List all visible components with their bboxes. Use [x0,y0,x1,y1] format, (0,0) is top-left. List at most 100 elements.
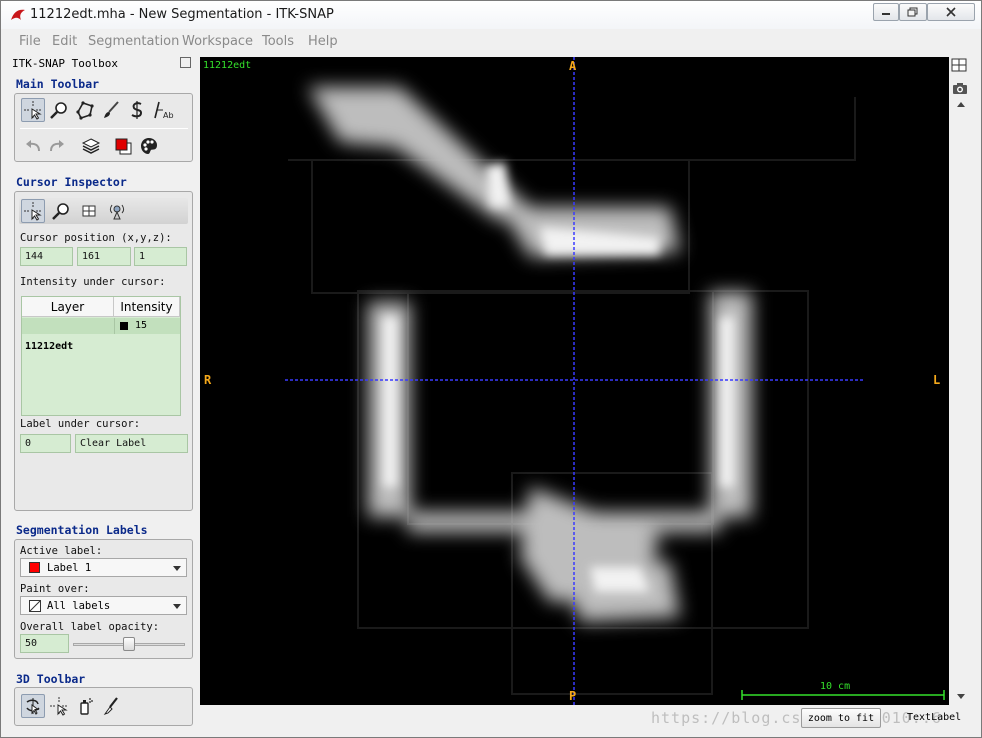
slider-handle[interactable] [123,637,135,651]
menu-tools[interactable]: Tools [262,34,294,49]
table-header-layer[interactable]: Layer [22,297,114,317]
toolbox-panel: ITK-SNAP Toolbox Main Toolbar Ab Cursor … [10,53,196,729]
rotate-3d-button[interactable] [21,694,45,718]
menu-edit[interactable]: Edit [52,34,77,49]
synchronize-tab-icon [110,204,124,220]
grid-tab-icon [82,205,96,217]
toolbox-title: ITK-SNAP Toolbox [12,57,118,70]
intensity-swatch [120,322,128,330]
table-cell-layer: 11212edt [25,341,74,352]
crosshair-tool-icon [24,101,42,120]
table-cell-intensity: 15 [135,320,148,331]
rotate-3d-icon [26,698,40,715]
cursor-x-field[interactable]: 144 [20,247,73,266]
text-label: TextLabel [907,712,962,723]
label-id-field[interactable]: 0 [20,434,71,453]
slice-viewer[interactable]: 11212edt A P R L 10 cm [200,57,949,705]
toolbar-3d-title: 3D Toolbar [16,672,86,686]
cursor-y-field[interactable]: 161 [77,247,131,266]
label-name-field[interactable]: Clear Label [75,434,188,453]
snake-tool-button[interactable] [125,98,149,122]
opacity-slider[interactable] [73,637,185,651]
menu-bar: File Edit Segmentation Workspace Tools H… [1,30,981,52]
active-label-caption: Active label: [20,545,103,557]
polygon-tool-button[interactable] [73,98,97,122]
crosshair-3d-button[interactable] [47,694,71,718]
scroll-up-icon[interactable] [957,102,965,107]
zoom-tab[interactable] [49,199,73,223]
menu-segmentation[interactable]: Segmentation [88,34,179,49]
layers-icon [81,138,101,154]
scroll-down-icon[interactable] [957,694,965,699]
menu-workspace[interactable]: Workspace [182,34,253,49]
annotation-tool-icon: Ab [154,101,174,120]
orientation-bottom-label: P [569,689,577,703]
undock-icon[interactable] [180,57,191,68]
cursor-z-field[interactable]: 1 [134,247,187,266]
undo-button[interactable] [21,134,45,158]
synchronize-tab[interactable] [105,199,129,223]
zoom-tool-icon [50,102,67,119]
annotation-tool-button[interactable]: Ab [151,98,175,122]
crosshair-tab-icon [24,202,42,221]
layer-name-overlay: 11212edt [203,60,252,71]
window-title: 11212edt.mha - New Segmentation - ITK-SN… [30,7,334,22]
cursor-inspector-title: Cursor Inspector [16,175,127,189]
chevron-down-icon [173,604,181,609]
paint-over-value: All labels [47,600,111,612]
active-label-swatch [29,562,40,573]
palette-button[interactable] [137,134,161,158]
zoom-tool-button[interactable] [47,98,71,122]
maximize-icon [907,7,918,17]
zoom-to-fit-button[interactable]: zoom to fit [801,708,881,728]
active-label-value: Label 1 [47,562,92,574]
vertical-scrollbar[interactable] [954,98,968,704]
crosshair-tool-button[interactable] [21,98,45,122]
orientation-top-label: A [569,59,577,73]
layers-button[interactable] [79,134,103,158]
paintbrush-tool-button[interactable] [99,98,123,122]
active-label-dropdown[interactable]: Label 1 [20,558,187,577]
intensity-table: Layer Intensity 11212edt 15 [21,296,181,416]
scalpel-button[interactable] [99,694,123,718]
toolbar-3d-group [14,687,193,726]
chevron-down-icon [173,566,181,571]
paint-over-dropdown[interactable]: All labels [20,596,187,615]
crosshair-tab[interactable] [21,199,45,223]
opacity-field[interactable]: 50 [20,634,69,653]
inspector-tabbar [19,198,188,224]
scale-bar-label: 10 cm [820,681,851,692]
label-color-icon [115,138,132,155]
cursor-position-label: Cursor position (x,y,z): [20,232,172,244]
palette-icon [141,138,157,154]
table-header-intensity[interactable]: Intensity [114,297,180,317]
spray-paint-icon [80,698,93,715]
table-row[interactable]: 11212edt 15 [22,318,180,352]
screenshot-button[interactable] [952,81,970,97]
grid-tab[interactable] [77,199,101,223]
toolbar-separator [20,128,188,129]
spray-paint-button[interactable] [73,694,97,718]
orientation-right-label: L [933,373,941,387]
close-button[interactable] [927,3,975,21]
minimize-button[interactable] [873,3,899,21]
redo-button[interactable] [45,134,69,158]
slice-image[interactable] [200,57,949,705]
label-under-cursor-caption: Label under cursor: [20,418,141,430]
crosshair-3d-icon [50,697,68,716]
main-toolbar-title: Main Toolbar [16,77,100,91]
screenshot-icon [953,83,967,94]
minimize-icon [882,13,890,15]
undo-icon [26,140,40,152]
maximize-button[interactable] [899,3,927,21]
redo-icon [50,140,64,152]
menu-file[interactable]: File [19,34,41,49]
menu-help[interactable]: Help [308,34,338,49]
close-icon [946,7,956,17]
orientation-left-label: R [204,373,212,387]
title-bar: 11212edt.mha - New Segmentation - ITK-SN… [1,1,981,29]
segmentation-labels-title: Segmentation Labels [16,523,148,537]
svg-text:Ab: Ab [163,111,174,120]
label-color-button[interactable] [111,134,135,158]
layout-button[interactable] [951,58,969,74]
